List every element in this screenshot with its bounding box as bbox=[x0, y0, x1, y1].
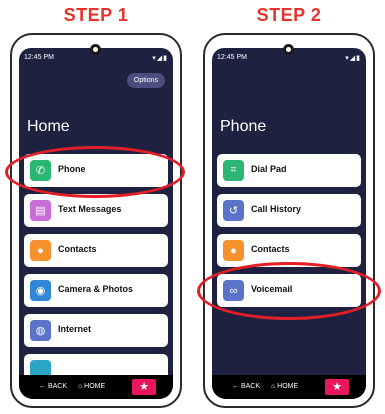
options-button[interactable]: Options bbox=[126, 73, 165, 88]
screen-title: Phone bbox=[220, 118, 267, 135]
camera-icon bbox=[90, 44, 101, 55]
item-label: Call History bbox=[251, 204, 302, 214]
item-label: Camera & Photos bbox=[58, 284, 134, 294]
item-label: Contacts bbox=[58, 244, 97, 254]
status-bar: 12:45 PM ▾◢▮ bbox=[24, 54, 168, 66]
phone-frame-step-2: 12:45 PM ▾◢▮ Phone ⌗ Dial Pad ↺ Call His… bbox=[203, 33, 375, 408]
list-item-call-history[interactable]: ↺ Call History bbox=[217, 194, 361, 227]
step-1-title: STEP 1 bbox=[63, 5, 129, 25]
dial-pad-icon: ⌗ bbox=[223, 160, 244, 181]
list-item-internet[interactable]: ◍ Internet bbox=[24, 314, 168, 347]
back-button[interactable]: ← BACK bbox=[39, 383, 67, 390]
highlight-voicemail-ellipse bbox=[197, 262, 381, 320]
list-item-text-messages[interactable]: ▤ Text Messages bbox=[24, 194, 168, 227]
internet-icon: ◍ bbox=[30, 320, 51, 341]
message-icon: ▤ bbox=[30, 200, 51, 221]
list-item-camera-photos[interactable]: ◉ Camera & Photos bbox=[24, 274, 168, 307]
home-screen: 12:45 PM ▾◢▮ Options Home ✆ Phone ▤ Text… bbox=[19, 48, 173, 399]
phone-frame-step-1: 12:45 PM ▾◢▮ Options Home ✆ Phone ▤ Text… bbox=[10, 33, 182, 408]
camera-icon bbox=[283, 44, 294, 55]
bottom-nav-bar: ← BACK ⌂ HOME ★ bbox=[212, 375, 366, 399]
contacts-icon: ● bbox=[30, 240, 51, 261]
screen-title: Home bbox=[27, 118, 70, 135]
back-button[interactable]: ← BACK bbox=[232, 383, 260, 390]
list-item-dial-pad[interactable]: ⌗ Dial Pad bbox=[217, 154, 361, 187]
star-icon[interactable]: ★ bbox=[132, 379, 156, 395]
call-history-icon: ↺ bbox=[223, 200, 244, 221]
status-time: 12:45 PM bbox=[24, 54, 54, 61]
signal-battery-icon: ▾◢▮ bbox=[152, 55, 168, 62]
item-label: Contacts bbox=[251, 244, 290, 254]
signal-battery-icon: ▾◢▮ bbox=[345, 55, 361, 62]
star-icon[interactable]: ★ bbox=[325, 379, 349, 395]
item-label: Internet bbox=[58, 324, 92, 334]
camera-icon: ◉ bbox=[30, 280, 51, 301]
item-label: Text Messages bbox=[58, 204, 122, 214]
bottom-nav-bar: ← BACK ⌂ HOME ★ bbox=[19, 375, 173, 399]
contacts-icon: ● bbox=[223, 240, 244, 261]
status-time: 12:45 PM bbox=[217, 54, 247, 61]
home-button[interactable]: ⌂ HOME bbox=[271, 383, 298, 390]
home-button[interactable]: ⌂ HOME bbox=[78, 383, 105, 390]
step-2-title: STEP 2 bbox=[256, 5, 322, 25]
status-bar: 12:45 PM ▾◢▮ bbox=[217, 54, 361, 66]
item-label: Dial Pad bbox=[251, 164, 287, 174]
highlight-phone-ellipse bbox=[5, 146, 185, 198]
phone-screen: 12:45 PM ▾◢▮ Phone ⌗ Dial Pad ↺ Call His… bbox=[212, 48, 366, 399]
list-item-contacts[interactable]: ● Contacts bbox=[24, 234, 168, 267]
